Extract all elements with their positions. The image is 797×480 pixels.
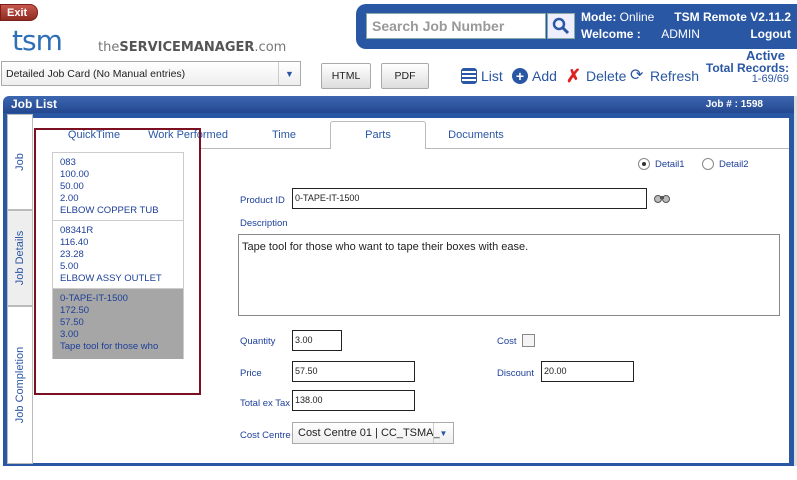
price-label: Price: [240, 368, 262, 379]
exit-button[interactable]: Exit: [0, 4, 38, 21]
tab-documents[interactable]: Documents: [440, 122, 512, 148]
side-tab-job-details[interactable]: Job Details: [7, 210, 33, 306]
search-input[interactable]: Search Job Number: [366, 13, 546, 39]
side-tab-job-completion[interactable]: Job Completion: [7, 306, 33, 464]
description-label: Description: [240, 218, 288, 229]
job-card-select[interactable]: Detailed Job Card (No Manual entries) ▼: [1, 61, 301, 86]
product-id-label: Product ID: [240, 195, 285, 206]
side-tab-job[interactable]: Job: [7, 114, 33, 210]
refresh-button[interactable]: ⟳ Refresh: [630, 67, 699, 85]
quantity-label: Quantity: [240, 336, 276, 347]
tab-time[interactable]: Time: [262, 122, 306, 148]
list-button[interactable]: List: [461, 68, 503, 84]
chevron-down-icon: ▼: [433, 423, 453, 443]
page-title: Job List: [3, 96, 797, 113]
logout-link[interactable]: Logout: [750, 26, 791, 43]
refresh-icon: ⟳: [630, 67, 644, 84]
cost-centre-label: Cost Centre: [240, 430, 291, 441]
username: ADMIN: [661, 27, 700, 41]
tab-parts[interactable]: Parts: [330, 121, 426, 149]
cost-checkbox[interactable]: [522, 334, 535, 347]
discount-field[interactable]: 20.00: [541, 361, 634, 382]
logo-subtitle: theSERVICEMANAGER.com: [98, 40, 287, 55]
app-version: TSM Remote V2.11.2: [674, 10, 791, 24]
logo: tsm: [12, 24, 63, 57]
delete-icon: ✗: [566, 66, 582, 86]
job-number: Job # : 1598: [705, 99, 763, 110]
add-icon: +: [512, 68, 528, 84]
radio-icon: [638, 158, 650, 170]
quantity-field[interactable]: 3.00: [292, 330, 342, 351]
delete-button[interactable]: ✗ Delete: [566, 66, 626, 86]
total-ex-tax-label: Total ex Tax: [240, 398, 290, 409]
discount-label: Discount: [497, 368, 534, 379]
cost-label: Cost: [497, 336, 517, 347]
detail1-radio[interactable]: Detail1: [638, 158, 685, 170]
total-records: Total Records: 1-69/69: [705, 61, 789, 85]
add-button[interactable]: + Add: [512, 68, 557, 84]
html-button[interactable]: HTML: [321, 63, 371, 89]
status-panel: Mode: Online TSM Remote V2.11.2 Welcome :…: [581, 10, 791, 43]
highlight-box: [34, 128, 201, 395]
total-ex-tax-field[interactable]: 138.00: [292, 390, 415, 411]
product-id-field[interactable]: 0-TAPE-IT-1500: [292, 188, 647, 209]
detail2-radio[interactable]: Detail2: [702, 158, 749, 170]
binoculars-icon[interactable]: [654, 192, 670, 207]
chevron-down-icon: ▼: [278, 62, 300, 85]
cost-centre-select[interactable]: Cost Centre 01 | CC_TSMA_ ▼: [292, 422, 454, 444]
search-button[interactable]: [547, 13, 575, 39]
description-field[interactable]: Tape tool for those who want to tape the…: [238, 234, 780, 316]
search-icon: [552, 17, 570, 35]
radio-icon: [702, 158, 714, 170]
list-icon: [461, 68, 477, 84]
pdf-button[interactable]: PDF: [381, 63, 429, 89]
price-field[interactable]: 57.50: [292, 361, 415, 382]
tab-divider: [200, 148, 789, 149]
